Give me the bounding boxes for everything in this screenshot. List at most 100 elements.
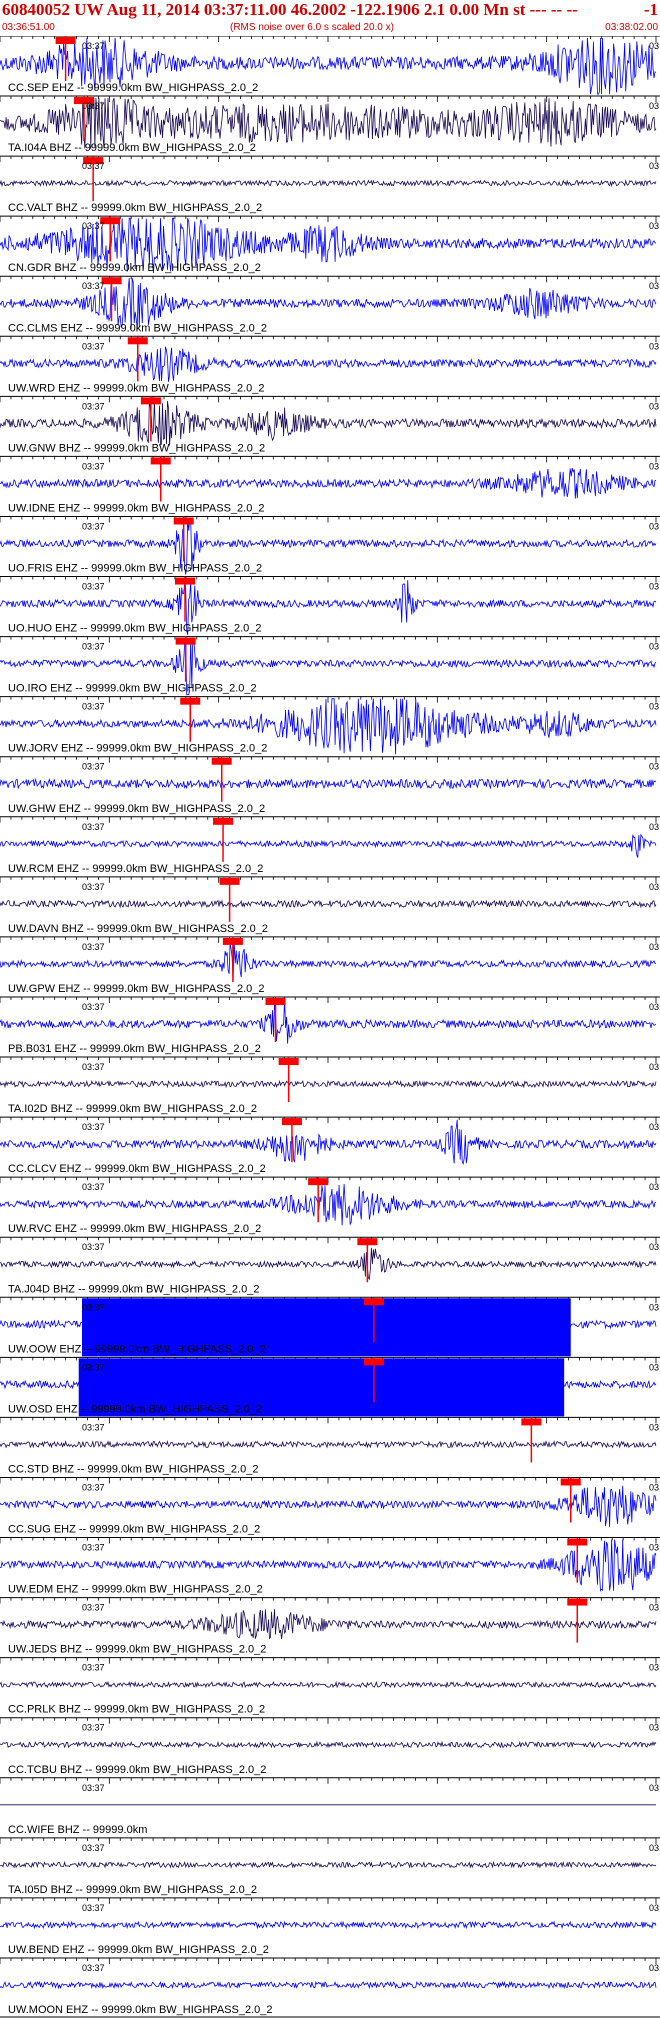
station-label: UW.WRD EHZ -- 99999.0km BW_HIGHPASS_2.0_…	[8, 382, 265, 394]
station-label: CC.WIFE BHZ -- 99999.0km	[8, 1824, 147, 1836]
minute-marker-left: 03:37	[82, 401, 105, 411]
station-label: CC.PRLK BHZ -- 99999.0km BW_HIGHPASS_2.0…	[8, 1704, 265, 1716]
station-label: CC.SUG EHZ -- 99999.0km BW_HIGHPASS_2.0_…	[8, 1524, 260, 1536]
station-label: UW.GHW EHZ -- 99999.0km BW_HIGHPASS_2.0_…	[8, 803, 265, 815]
waveform-trace	[0, 1609, 657, 1640]
pick-flag	[175, 637, 196, 645]
minute-marker-right: 03	[649, 702, 659, 712]
seismogram-plot: 03:37 03 CC.SEP EHZ -- 99999.0km BW_HIGHPA…	[0, 36, 660, 2018]
station-label: PB.B031 EHZ -- 99999.0km BW_HIGHPASS_2.0…	[8, 1043, 261, 1055]
waveform-trace	[0, 1247, 657, 1281]
pick-flag	[180, 697, 201, 705]
minute-marker-right: 03	[649, 1302, 659, 1312]
waveform-trace	[0, 899, 657, 909]
event-right-mark: -1	[643, 0, 658, 19]
plot-header: 60840052 UW Aug 11, 2014 03:37:11.00 46.…	[0, 0, 660, 36]
minute-marker-left: 03:37	[82, 1062, 105, 1072]
minute-marker-right: 03	[649, 1242, 659, 1252]
station-label: CC.TCBU BHZ -- 99999.0km BW_HIGHPASS_2.0…	[8, 1764, 266, 1776]
minute-marker-left: 03:37	[82, 1603, 105, 1613]
station-label: UW.RVC EHZ -- 99999.0km BW_HIGHPASS_2.0_…	[8, 1223, 261, 1235]
pick-flag	[140, 397, 161, 405]
pick-flag	[127, 337, 148, 345]
pick-flag	[308, 1178, 329, 1186]
pick-flag	[363, 1298, 384, 1306]
station-label: CC.CLCV EHZ -- 99999.0km BW_HIGHPASS_2.0…	[8, 1163, 266, 1175]
station-label: UW.DAVN BHZ -- 99999.0km BW_HIGHPASS_2.0…	[8, 923, 268, 935]
minute-marker-left: 03:37	[82, 1122, 105, 1132]
minute-marker-left: 03:37	[82, 1663, 105, 1673]
station-label: TA.J04D BHZ -- 99999.0km BW_HIGHPASS_2.0…	[8, 1283, 259, 1295]
minute-marker-left: 03:37	[82, 702, 105, 712]
minute-marker-left: 03:37	[82, 1482, 105, 1492]
minute-marker-left: 03:37	[82, 1242, 105, 1252]
pick-flag	[265, 997, 286, 1005]
station-label: CC.VALT BHZ -- 99999.0km BW_HIGHPASS_2.0…	[8, 202, 262, 214]
minute-marker-right: 03	[649, 1362, 659, 1372]
waveform-trace	[0, 1740, 657, 1749]
station-label: UO.IRO EHZ -- 99999.0km BW_HIGHPASS_2.0_…	[8, 683, 257, 695]
minute-marker-right: 03	[649, 341, 659, 351]
minute-marker-left: 03:37	[82, 582, 105, 592]
minute-marker-right: 03	[649, 41, 659, 51]
minute-marker-right: 03	[649, 1723, 659, 1733]
station-label: UW.JEDS BHZ -- 99999.0km BW_HIGHPASS_2.0…	[8, 1644, 266, 1656]
end-time: 03:38:02.00	[605, 22, 658, 33]
minute-marker-right: 03	[649, 1062, 659, 1072]
pick-flag	[222, 937, 243, 945]
station-label: UW.OSD EHZ -- 99999.0km BW_HIGHPASS_2.0_…	[8, 1403, 262, 1415]
waveform-trace	[0, 467, 657, 499]
minute-marker-left: 03:37	[82, 882, 105, 892]
pick-flag	[567, 1538, 588, 1546]
pick-flag	[173, 517, 194, 525]
minute-marker-left: 03:37	[82, 1783, 105, 1793]
station-label: UW.BEND EHZ -- 99999.0km BW_HIGHPASS_2.0…	[8, 1944, 269, 1956]
minute-marker-right: 03	[649, 582, 659, 592]
minute-marker-right: 03	[649, 1002, 659, 1012]
pick-flag	[55, 37, 76, 44]
minute-marker-left: 03:37	[82, 161, 105, 171]
station-label: UO.FRIS EHZ -- 99999.0km BW_HIGHPASS_2.0…	[8, 563, 262, 575]
minute-marker-right: 03	[649, 1182, 659, 1192]
minute-marker-right: 03	[649, 1482, 659, 1492]
minute-marker-right: 03	[649, 1663, 659, 1673]
pick-flag	[567, 1598, 588, 1606]
station-label: UW.EDM EHZ -- 99999.0km BW_HIGHPASS_2.0_…	[8, 1584, 263, 1596]
minute-marker-left: 03:37	[82, 1843, 105, 1853]
minute-marker-right: 03	[649, 221, 659, 231]
station-label: UW.MOON EHZ -- 99999.0km BW_HIGHPASS_2.0…	[8, 2004, 272, 2016]
minute-marker-left: 03:37	[82, 41, 105, 51]
minute-marker-left: 03:37	[82, 1002, 105, 1012]
minute-marker-left: 03:37	[82, 341, 105, 351]
station-label: CC.STD BHZ -- 99999.0km BW_HIGHPASS_2.0_…	[8, 1463, 258, 1475]
station-label: CC.CLMS EHZ -- 99999.0km BW_HIGHPASS_2.0…	[8, 322, 267, 334]
minute-marker-right: 03	[649, 1843, 659, 1853]
waveform-trace	[0, 1920, 657, 1930]
pick-flag	[211, 757, 232, 765]
event-title: 60840052 UW Aug 11, 2014 03:37:11.00 46.…	[2, 0, 578, 19]
minute-marker-left: 03:37	[82, 1362, 105, 1372]
station-label: UW.GPW EHZ -- 99999.0km BW_HIGHPASS_2.0_…	[8, 983, 265, 995]
pick-flag	[521, 1418, 542, 1426]
minute-marker-left: 03:37	[82, 1723, 105, 1733]
pick-flag	[281, 1118, 302, 1126]
station-label: UO.HUO EHZ -- 99999.0km BW_HIGHPASS_2.0_…	[8, 623, 262, 635]
minute-marker-left: 03:37	[82, 762, 105, 772]
minute-marker-right: 03	[649, 642, 659, 652]
waveform-trace	[0, 1680, 657, 1689]
waveform-trace	[0, 346, 657, 382]
minute-marker-left: 03:37	[82, 822, 105, 832]
waveform-trace	[0, 778, 657, 790]
waveform-trace	[0, 1860, 657, 1869]
station-label: UW.IDNE EHZ -- 99999.0km BW_HIGHPASS_2.0…	[8, 502, 265, 514]
minute-marker-right: 03	[649, 1603, 659, 1613]
station-label: UW.JORV EHZ -- 99999.0km BW_HIGHPASS_2.0…	[8, 743, 267, 755]
minute-marker-right: 03	[649, 1422, 659, 1432]
minute-marker-right: 03	[649, 882, 659, 892]
minute-marker-right: 03	[649, 401, 659, 411]
minute-marker-left: 03:37	[82, 1182, 105, 1192]
minute-marker-left: 03:37	[82, 942, 105, 952]
minute-marker-left: 03:37	[82, 1543, 105, 1553]
minute-marker-right: 03	[649, 521, 659, 531]
minute-marker-left: 03:37	[82, 221, 105, 231]
